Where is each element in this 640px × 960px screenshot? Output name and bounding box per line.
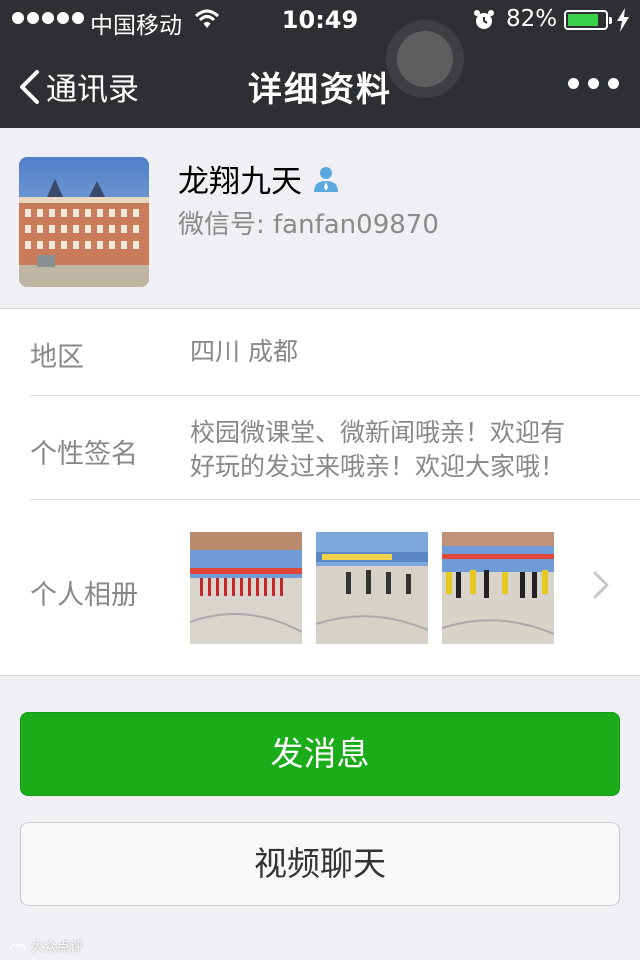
album-photo[interactable] [316, 532, 428, 644]
signature-value: 校园微课堂、微新闻哦亲！欢迎有 好玩的发过来哦亲！欢迎大家哦！ [190, 416, 610, 484]
watermark-logo-icon [9, 942, 27, 949]
region-value: 四川 成都 [190, 337, 298, 366]
signature-row: 个性签名 校园微课堂、微新闻哦亲！欢迎有 好玩的发过来哦亲！欢迎大家哦！ [30, 396, 640, 500]
avatar[interactable] [19, 157, 149, 287]
signature-line: 校园微课堂、微新闻哦亲！欢迎有 [190, 418, 566, 447]
album-photo[interactable] [190, 532, 302, 644]
profile-header: 龙翔九天 微信号: fanfan09870 [0, 128, 640, 309]
album-label: 个人相册 [30, 580, 138, 611]
album-photo-image [442, 532, 554, 644]
video-chat-button[interactable]: 视频聊天 [20, 822, 620, 906]
more-options-button[interactable] [568, 78, 619, 89]
album-photo-image [316, 532, 428, 644]
region-label: 地区 [30, 342, 84, 373]
watermark: 大众点评 [8, 936, 83, 955]
region-row: 地区 四川 成都 [30, 309, 640, 396]
wechat-id: 微信号: fanfan09870 [178, 210, 439, 240]
battery-icon [564, 10, 612, 30]
watermark-text: 大众点评 [31, 940, 84, 955]
battery-fill [568, 14, 598, 26]
assistive-touch-button[interactable] [386, 20, 464, 98]
alarm-clock-icon [474, 10, 494, 29]
more-dots-icon [568, 78, 579, 89]
chevron-right-icon [593, 571, 609, 599]
info-list: 地区 四川 成都 个性签名 校园微课堂、微新闻哦亲！欢迎有 好玩的发过来哦亲！欢… [0, 309, 640, 676]
status-bar: 中国移动 10:49 82% [0, 0, 640, 40]
album-photo[interactable] [442, 532, 554, 644]
album-thumbnails [190, 532, 554, 644]
send-message-button[interactable]: 发消息 [20, 712, 620, 796]
charging-bolt-icon [617, 8, 629, 32]
album-row[interactable]: 个人相册 [30, 500, 640, 675]
page-title: 详细资料 [248, 70, 392, 110]
album-photo-image [190, 532, 302, 644]
signature-label: 个性签名 [30, 439, 138, 470]
person-badge-icon [314, 166, 338, 192]
battery-percentage: 82% [506, 6, 558, 32]
navigation-bar: 通讯录 详细资料 [0, 40, 640, 128]
signature-line: 好玩的发过来哦亲！欢迎大家哦！ [190, 452, 566, 481]
contact-name: 龙翔九天 [178, 164, 302, 200]
building-photo-image [19, 157, 149, 287]
name-row: 龙翔九天 [178, 156, 340, 201]
top-bar: 中国移动 10:49 82% 通讯录 详细资料 [0, 0, 640, 128]
